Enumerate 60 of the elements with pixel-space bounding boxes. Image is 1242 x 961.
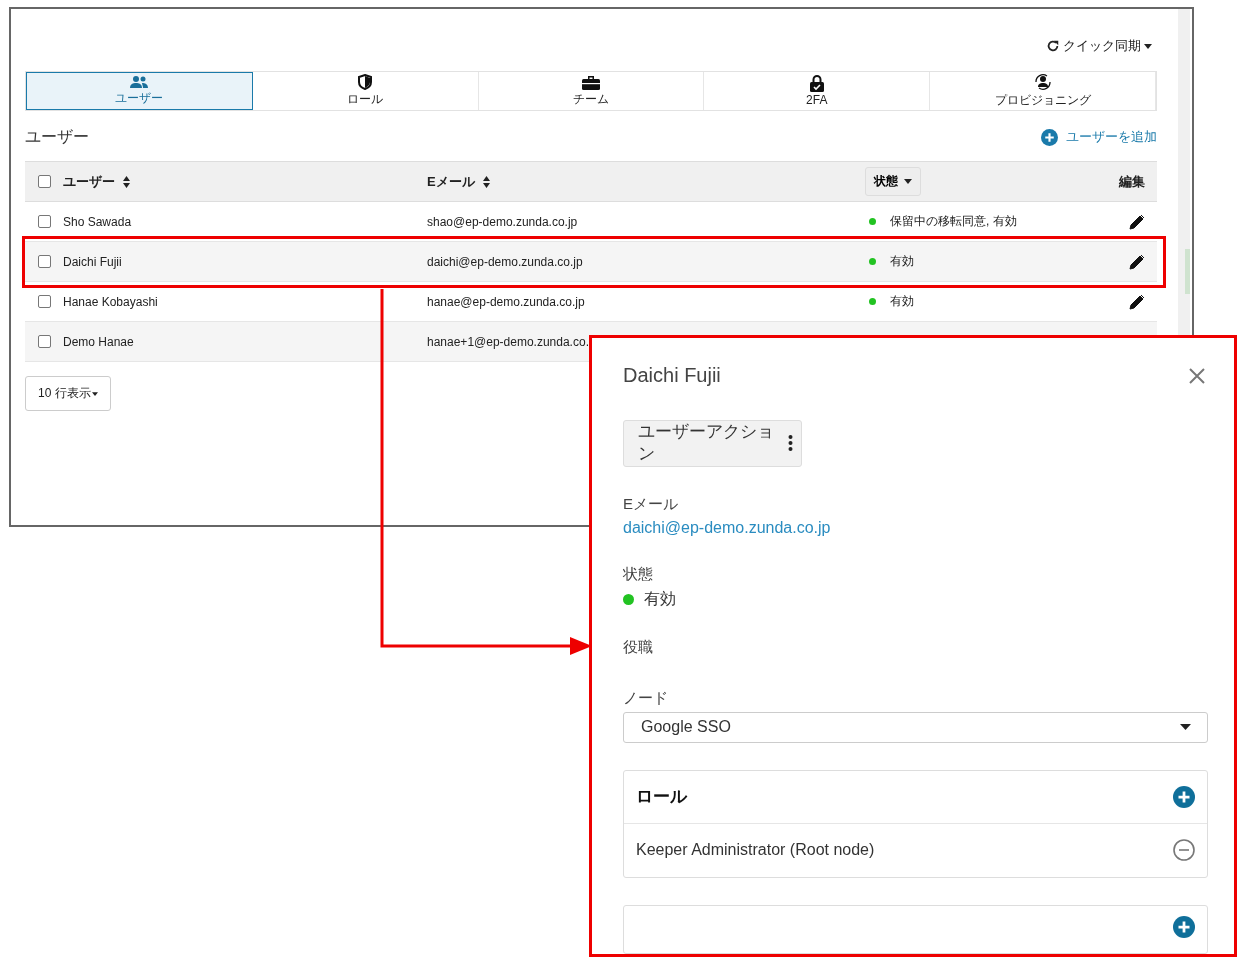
shield-icon — [358, 74, 373, 90]
field-label: 状態 — [623, 565, 654, 584]
column-header: 編集 — [1119, 172, 1145, 191]
caret-icon — [91, 391, 98, 396]
status-text: 有効 — [890, 253, 914, 270]
field-label: ノード — [623, 688, 668, 708]
plus-circle-icon — [1041, 128, 1058, 146]
caret-icon — [1144, 43, 1152, 49]
user-sync-icon — [1032, 73, 1053, 91]
checkbox[interactable] — [37, 295, 51, 308]
tab[interactable]: ユーザー — [26, 72, 253, 110]
user-email: daichi@ep-demo.zunda.co.jp — [427, 254, 583, 269]
plus-circle-icon[interactable] — [1173, 785, 1195, 808]
user-action-button[interactable]: ユーザーアクション — [623, 420, 802, 467]
close-icon[interactable] — [1188, 366, 1206, 385]
email-link[interactable]: daichi@ep-demo.zunda.co.jp — [623, 519, 831, 537]
status-text: 有効 — [644, 589, 676, 609]
user-name: Hanae Kobayashi — [63, 294, 158, 309]
plus-circle-icon[interactable] — [1173, 915, 1195, 938]
checkbox[interactable] — [37, 335, 51, 348]
sort-icon — [123, 175, 130, 188]
briefcase-icon — [582, 74, 600, 90]
sort-header[interactable]: ユーザー — [63, 172, 427, 191]
user-name: Sho Sawada — [63, 214, 132, 229]
kebab-icon — [788, 434, 793, 452]
role-item: Keeper Administrator (Root node) — [636, 841, 875, 860]
users-icon — [129, 75, 150, 89]
page-size-button[interactable]: 10 行表示 — [25, 376, 111, 411]
caret-icon — [904, 179, 912, 184]
caret-icon — [1180, 724, 1191, 731]
sort-icon — [482, 175, 490, 188]
node-select[interactable]: Google SSO — [623, 711, 1208, 743]
checkbox[interactable] — [37, 175, 51, 188]
panel-title: Daichi Fujii — [623, 364, 721, 387]
section-title: ユーザー — [25, 126, 89, 147]
user-email: shao@ep-demo.zunda.co.jp — [427, 214, 578, 229]
user-name: Demo Hanae — [63, 334, 134, 349]
card-title: ロール — [636, 786, 687, 809]
field-label: Eメール — [623, 495, 679, 514]
refresh-icon — [1046, 39, 1060, 53]
minus-circle-icon[interactable] — [1173, 839, 1195, 862]
tab[interactable]: プロビジョニング — [930, 72, 1156, 110]
checkbox[interactable] — [37, 215, 51, 228]
tab[interactable]: ロール — [252, 72, 479, 110]
edit-icon[interactable] — [1129, 253, 1145, 270]
tab[interactable]: チーム — [478, 72, 705, 110]
edit-icon[interactable] — [1129, 213, 1145, 230]
tab[interactable]: 2FA — [704, 72, 931, 110]
checkbox[interactable] — [37, 255, 51, 268]
lock-check-icon — [809, 75, 824, 92]
status-text: 保留中の移転同意, 有効 — [890, 213, 1017, 230]
user-email: hanae+1@ep-demo.zunda.co. — [427, 334, 589, 349]
quick-sync-button[interactable]: クイック同期 — [1046, 37, 1152, 55]
status-filter-button[interactable]: 状態 — [865, 167, 921, 196]
status-text: 有効 — [890, 293, 914, 310]
edit-icon[interactable] — [1129, 293, 1145, 310]
user-email: hanae@ep-demo.zunda.co.jp — [427, 294, 585, 309]
user-name: Daichi Fujii — [63, 254, 122, 269]
field-label: 役職 — [623, 638, 653, 657]
add-user-link[interactable]: ユーザーを追加 — [1041, 128, 1157, 146]
